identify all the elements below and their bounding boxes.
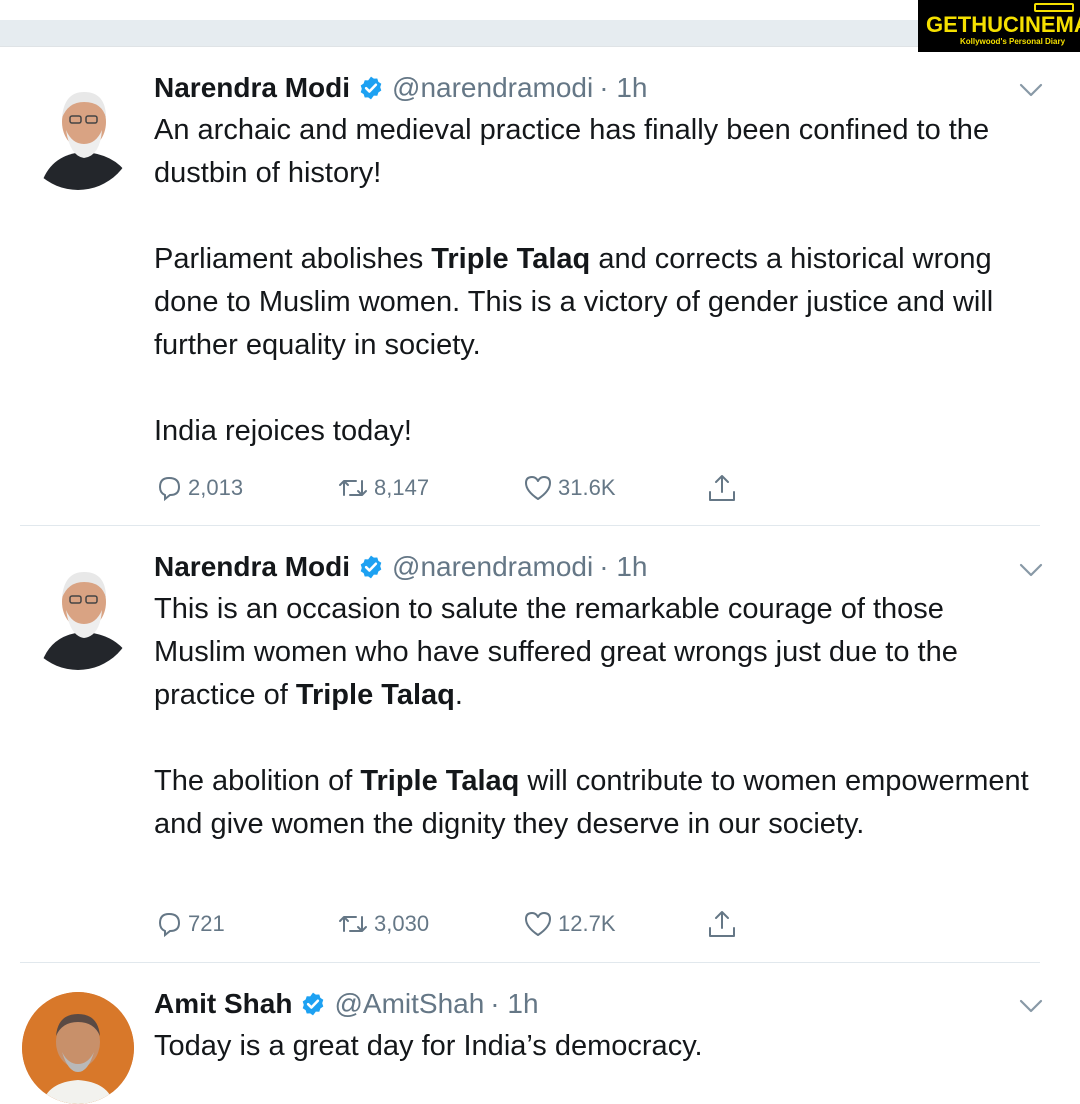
verified-badge-icon xyxy=(360,76,382,100)
verified-badge-icon xyxy=(303,992,324,1016)
reply-button[interactable]: 721 xyxy=(154,904,225,944)
tweet-actions: 2,013 8,147 31.6K xyxy=(154,468,754,508)
tweet-text: An archaic and medieval practice has fin… xyxy=(154,109,1034,453)
tweet-paragraph: The abolition of Triple Talaq will contr… xyxy=(154,760,1034,846)
author-name[interactable]: Amit Shah xyxy=(154,988,292,1020)
reply-count: 721 xyxy=(188,911,225,936)
tweet-text: This is an occasion to salute the remark… xyxy=(154,588,1034,846)
tweet-paragraph: Parliament abolishes Triple Talaq and co… xyxy=(154,238,1034,367)
tweet-header: Narendra Modi @narendramodi · 1h xyxy=(154,547,647,587)
avatar[interactable] xyxy=(22,558,134,670)
retweet-button[interactable]: 3,030 xyxy=(336,904,429,944)
tweet-time[interactable]: · 1h xyxy=(490,988,538,1020)
avatar[interactable] xyxy=(22,992,134,1104)
retweet-icon xyxy=(339,480,367,496)
text-run: India rejoices today! xyxy=(154,415,412,447)
avatar[interactable] xyxy=(22,78,134,190)
heart-icon xyxy=(525,476,551,500)
watermark-tagline: Kollywood's Personal Diary xyxy=(960,37,1066,46)
tweet-paragraph: India rejoices today! xyxy=(154,410,1034,453)
tweet-time[interactable]: · 1h xyxy=(599,551,647,583)
tweet-divider xyxy=(20,525,1040,526)
text-run: This is an occasion to salute the remark… xyxy=(154,593,958,711)
text-run: Parliament abolishes xyxy=(154,243,432,275)
retweet-button[interactable]: 8,147 xyxy=(336,468,429,508)
share-button[interactable] xyxy=(706,904,742,944)
text-run: . xyxy=(454,679,463,711)
author-name[interactable]: Narendra Modi xyxy=(154,72,350,104)
like-button[interactable]: 31.6K xyxy=(522,468,616,508)
tweet-header: Narendra Modi @narendramodi · 1h xyxy=(154,68,647,108)
watermark-word-1: GETHU xyxy=(926,12,1003,37)
share-button[interactable] xyxy=(706,468,742,508)
like-button[interactable]: 12.7K xyxy=(522,904,616,944)
author-handle[interactable]: @narendramodi xyxy=(392,551,593,583)
reply-count: 2,013 xyxy=(188,475,244,500)
tweet-time[interactable]: · 1h xyxy=(599,72,647,104)
camera-icon xyxy=(1034,3,1074,12)
chevron-down-icon[interactable] xyxy=(1018,562,1044,578)
text-run: The abolition of xyxy=(154,765,361,797)
tweet-paragraph: Today is a great day for India’s democra… xyxy=(154,1025,1034,1068)
watermark-word-2: CINEMA xyxy=(1003,12,1080,37)
author-handle[interactable]: @AmitShah xyxy=(334,988,484,1020)
like-count: 31.6K xyxy=(558,475,616,500)
hashtag-bold-text: Triple Talaq xyxy=(295,679,455,711)
tweet-actions: 721 3,030 12.7K xyxy=(154,904,754,944)
hashtag-bold-text: Triple Talaq xyxy=(431,243,591,275)
hashtag-bold-text: Triple Talaq xyxy=(360,765,520,797)
tweet-paragraph: An archaic and medieval practice has fin… xyxy=(154,109,1034,195)
retweet-count: 3,030 xyxy=(374,911,430,936)
retweet-count: 8,147 xyxy=(374,475,430,500)
reply-icon xyxy=(158,476,181,502)
watermark-title: GETHUCINEMA xyxy=(926,12,1080,38)
watermark-logo: GETHUCINEMA Kollywood's Personal Diary xyxy=(918,0,1080,52)
author-handle[interactable]: @narendramodi xyxy=(392,72,593,104)
share-icon xyxy=(709,911,735,937)
text-run: Today is a great day for India’s democra… xyxy=(154,1030,703,1062)
author-name[interactable]: Narendra Modi xyxy=(154,551,350,583)
tweet-divider xyxy=(20,962,1040,963)
chevron-down-icon[interactable] xyxy=(1018,82,1044,98)
tweet-paragraph: This is an occasion to salute the remark… xyxy=(154,588,1034,717)
like-count: 12.7K xyxy=(558,911,616,936)
tweet-header: Amit Shah @AmitShah · 1h xyxy=(154,984,539,1024)
heart-icon xyxy=(525,912,551,936)
share-icon xyxy=(709,475,735,501)
reply-button[interactable]: 2,013 xyxy=(154,468,243,508)
text-run: An archaic and medieval practice has fin… xyxy=(154,114,990,189)
retweet-icon xyxy=(339,916,367,932)
tweet-text: Today is a great day for India’s democra… xyxy=(154,1025,1034,1068)
reply-icon xyxy=(158,912,181,938)
verified-badge-icon xyxy=(360,555,382,579)
chevron-down-icon[interactable] xyxy=(1018,998,1044,1014)
